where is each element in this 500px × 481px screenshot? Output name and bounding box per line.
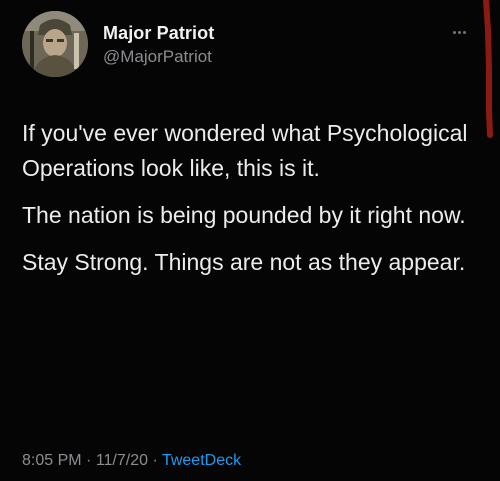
tweet-paragraph: If you've ever wondered what Psychologic… (22, 120, 468, 181)
tweet-meta: 8:05 PM · 11/7/20 · TweetDeck (22, 452, 241, 470)
profile-photo-soldier-icon (22, 11, 88, 77)
tweet-source-link[interactable]: TweetDeck (162, 452, 241, 469)
tweet-time[interactable]: 8:05 PM (22, 452, 82, 469)
meta-separator: · (81, 452, 96, 469)
tweet-date[interactable]: 11/7/20 (96, 452, 148, 469)
meta-separator: · (148, 452, 162, 469)
red-annotation-mark (483, 0, 493, 138)
tweet-paragraph: Stay Strong. Things are not as they appe… (22, 249, 466, 275)
more-dot (463, 30, 466, 34)
tweet-card: Major Patriot @MajorPatriot If you've ev… (0, 0, 500, 481)
author-handle[interactable]: @MajorPatriot (103, 47, 212, 67)
tweet-paragraph: The nation is being pounded by it right … (22, 202, 466, 228)
author-avatar[interactable] (22, 11, 88, 77)
more-dot (458, 30, 461, 34)
tweet-body: If you've ever wondered what Psychologic… (22, 116, 477, 292)
more-options-icon[interactable] (453, 27, 471, 37)
author-display-name[interactable]: Major Patriot (103, 23, 214, 44)
more-dot (453, 30, 456, 34)
